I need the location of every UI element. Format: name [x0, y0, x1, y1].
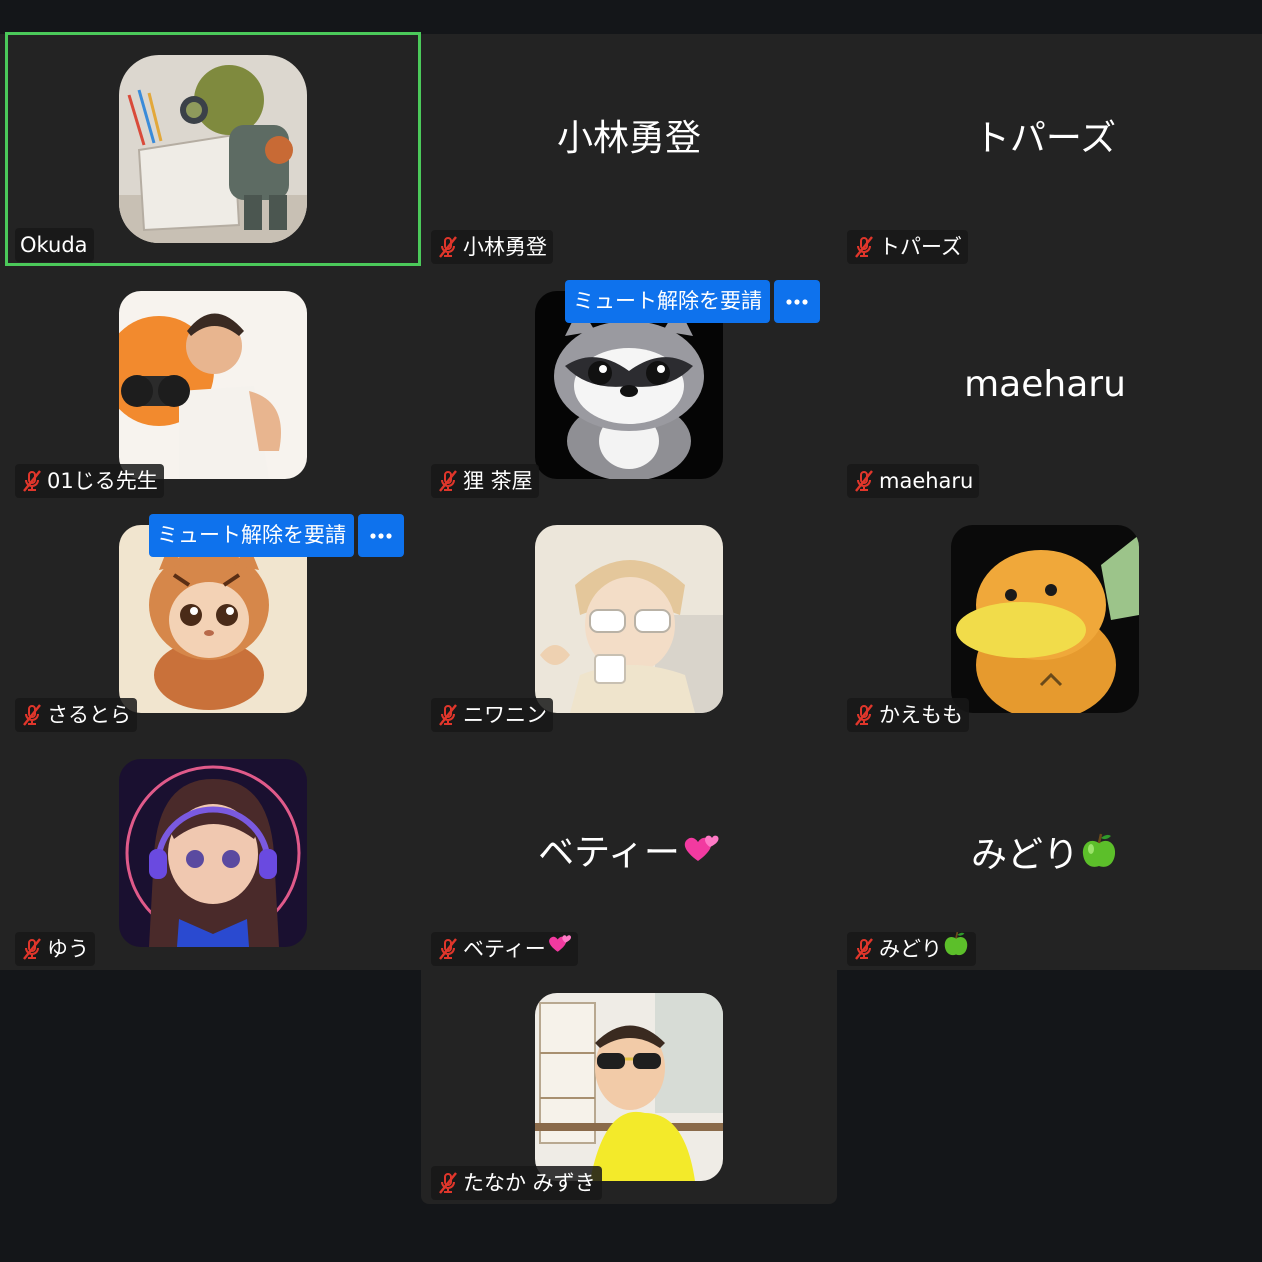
- name-label: 狸 茶屋: [431, 464, 539, 498]
- microphone-muted-icon: [852, 703, 876, 727]
- participant-tile[interactable]: みどり みどり: [837, 736, 1253, 970]
- name-label: Okuda: [15, 228, 94, 262]
- name-label: 小林勇登: [431, 230, 553, 264]
- name-label: たなか みずき: [431, 1166, 602, 1200]
- avatar: [119, 55, 307, 243]
- ellipsis-icon: [370, 532, 392, 539]
- display-name-text: ベティー: [538, 832, 680, 874]
- participant-name: ニワニン: [463, 703, 547, 727]
- name-label: ニワニン: [431, 698, 553, 732]
- microphone-muted-icon: [852, 235, 876, 259]
- two-hearts-icon: [680, 831, 720, 878]
- participant-name: トパーズ: [879, 235, 962, 259]
- participant-tile[interactable]: 狸 茶屋 ミュート解除を要請: [421, 268, 837, 502]
- participant-tile[interactable]: かえもも: [837, 502, 1253, 736]
- display-name: トパーズ: [973, 118, 1117, 159]
- display-name: maeharu: [964, 364, 1126, 405]
- more-options-button[interactable]: [358, 514, 404, 557]
- display-name: 小林勇登: [556, 118, 701, 159]
- avatar: [951, 525, 1139, 713]
- participant-tile[interactable]: さるとら ミュート解除を要請: [5, 502, 421, 736]
- participant-name: ベティー: [463, 937, 546, 961]
- participant-name: 小林勇登: [463, 235, 547, 259]
- microphone-muted-icon: [436, 703, 460, 727]
- participant-tile[interactable]: 小林勇登 小林勇登: [421, 34, 837, 268]
- microphone-muted-icon: [20, 937, 44, 961]
- participant-tile[interactable]: たなか みずき: [421, 970, 837, 1204]
- name-label: ゆう: [15, 932, 95, 966]
- microphone-muted-icon: [852, 469, 876, 493]
- name-label: さるとら: [15, 698, 137, 732]
- green-apple-icon: [1079, 831, 1119, 882]
- two-hearts-icon: [546, 932, 572, 966]
- more-options-button[interactable]: [774, 280, 820, 323]
- participant-name: さるとら: [47, 703, 131, 727]
- ellipsis-icon: [786, 298, 808, 305]
- participant-tile[interactable]: maeharu maeharu: [837, 268, 1253, 502]
- microphone-muted-icon: [436, 937, 460, 961]
- participant-tile-okuda[interactable]: Okuda: [5, 32, 421, 266]
- name-label: トパーズ: [847, 230, 968, 264]
- hover-controls: ミュート解除を要請: [565, 280, 820, 323]
- request-unmute-button[interactable]: ミュート解除を要請: [565, 280, 770, 323]
- participant-name: maeharu: [879, 469, 974, 493]
- microphone-muted-icon: [852, 937, 876, 961]
- participant-tile[interactable]: トパーズ トパーズ: [837, 34, 1253, 268]
- name-label: maeharu: [847, 464, 980, 498]
- participant-name: たなか みずき: [463, 1171, 596, 1195]
- display-name: ベティー: [421, 831, 837, 878]
- avatar: [535, 525, 723, 713]
- microphone-muted-icon: [436, 1171, 460, 1195]
- microphone-muted-icon: [20, 469, 44, 493]
- participant-name: 狸 茶屋: [463, 469, 533, 493]
- participant-tile[interactable]: ゆう: [5, 736, 421, 970]
- participant-tile[interactable]: 01じる先生: [5, 268, 421, 502]
- name-label: 01じる先生: [15, 464, 164, 498]
- avatar: [535, 993, 723, 1181]
- hover-controls: ミュート解除を要請: [149, 514, 404, 557]
- name-label: ベティー: [431, 932, 578, 966]
- name-label: みどり: [847, 930, 976, 968]
- name-label: かえもも: [847, 698, 969, 732]
- display-name: みどり: [837, 831, 1253, 882]
- participant-name: みどり: [879, 937, 942, 961]
- request-unmute-button[interactable]: ミュート解除を要請: [149, 514, 354, 557]
- avatar: [119, 291, 307, 479]
- participant-name: ゆう: [47, 937, 89, 961]
- participant-name: 01じる先生: [47, 469, 158, 493]
- participant-name: かえもも: [879, 703, 963, 727]
- microphone-muted-icon: [20, 703, 44, 727]
- participant-tile[interactable]: ベティー ベティー: [421, 736, 837, 970]
- microphone-muted-icon: [436, 235, 460, 259]
- participant-name: Okuda: [20, 233, 88, 257]
- avatar: [119, 759, 307, 947]
- participant-tile[interactable]: ニワニン: [421, 502, 837, 736]
- green-apple-icon: [942, 930, 970, 968]
- microphone-muted-icon: [436, 469, 460, 493]
- display-name-text: みどり: [970, 834, 1079, 876]
